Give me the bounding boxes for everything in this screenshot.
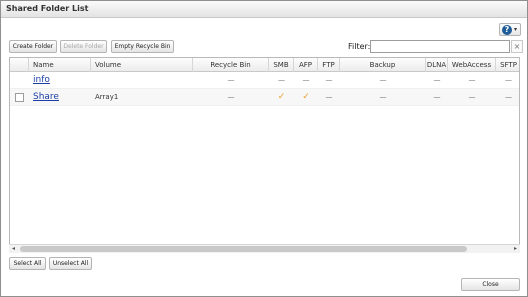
delete-folder-button[interactable]: Delete Folder [60,40,107,53]
webaccess-status: — [468,76,476,84]
recycle-bin-status: — [227,76,235,84]
afp-status: ✓ [302,92,310,102]
column-header-backup[interactable]: Backup [340,58,426,72]
title-bar: Shared Folder List [1,1,527,18]
backup-status: — [379,76,387,84]
backup-status: — [379,93,387,101]
create-folder-button[interactable]: Create Folder [9,40,57,53]
column-header-select [10,58,29,72]
folder-name-link[interactable]: info [33,72,88,89]
filter-input[interactable] [370,40,510,53]
folder-name-link[interactable]: Share [33,89,88,106]
scroll-left-icon[interactable]: ◂ [9,245,18,253]
dlna-status: — [433,76,441,84]
afp-status: — [302,76,310,84]
webaccess-status: — [468,93,476,101]
chevron-down-icon: ▾ [514,26,518,33]
shared-folder-table: Name Volume Recycle Bin SMB AFP FTP Back… [9,57,520,253]
scroll-right-icon[interactable]: ▸ [511,245,520,253]
smb-status: ✓ [277,92,286,102]
column-header-volume[interactable]: Volume [91,58,193,72]
column-header-sftp[interactable]: SFTP [496,58,519,72]
column-header-smb[interactable]: SMB [269,58,294,72]
column-header-dlna[interactable]: DLNA [426,58,448,72]
table-row[interactable]: info — — — — — — — — [10,72,519,89]
recycle-bin-status: — [227,93,235,101]
ftp-status: — [325,93,333,101]
row-checkbox[interactable] [15,93,24,102]
shared-folder-list-window: Shared Folder List ? ▾ Create Folder Del… [0,0,528,297]
column-header-ftp[interactable]: FTP [318,58,340,72]
help-button[interactable]: ? ▾ [499,23,521,36]
empty-recycle-bin-button[interactable]: Empty Recycle Bin [111,40,174,53]
table-header: Name Volume Recycle Bin SMB AFP FTP Back… [10,58,519,72]
dlna-status: — [433,93,441,101]
column-header-recycle-bin[interactable]: Recycle Bin [193,58,269,72]
folder-name-text[interactable]: Share [33,92,59,102]
column-header-name[interactable]: Name [29,58,91,72]
sftp-status: — [505,76,512,84]
close-button[interactable]: Close [461,278,520,291]
unselect-all-button[interactable]: Unselect All [49,257,92,270]
ftp-status: — [325,76,333,84]
filter-label: Filter: [348,42,371,51]
horizontal-scrollbar[interactable]: ◂ ▸ [9,244,520,253]
column-header-afp[interactable]: AFP [294,58,318,72]
clear-filter-button[interactable]: × [511,40,523,53]
folder-name-text[interactable]: info [33,75,50,85]
table-row[interactable]: Share Array1 — ✓ ✓ — — — — — [10,89,519,106]
column-header-webaccess[interactable]: WebAccess [448,58,496,72]
smb-status: — [278,76,285,84]
sftp-status: — [505,93,512,101]
help-icon: ? [502,25,512,35]
folder-volume [95,72,190,89]
scrollbar-thumb[interactable] [20,246,467,252]
select-all-button[interactable]: Select All [9,257,46,270]
window-title: Shared Folder List [6,4,89,13]
folder-volume: Array1 [95,93,119,101]
